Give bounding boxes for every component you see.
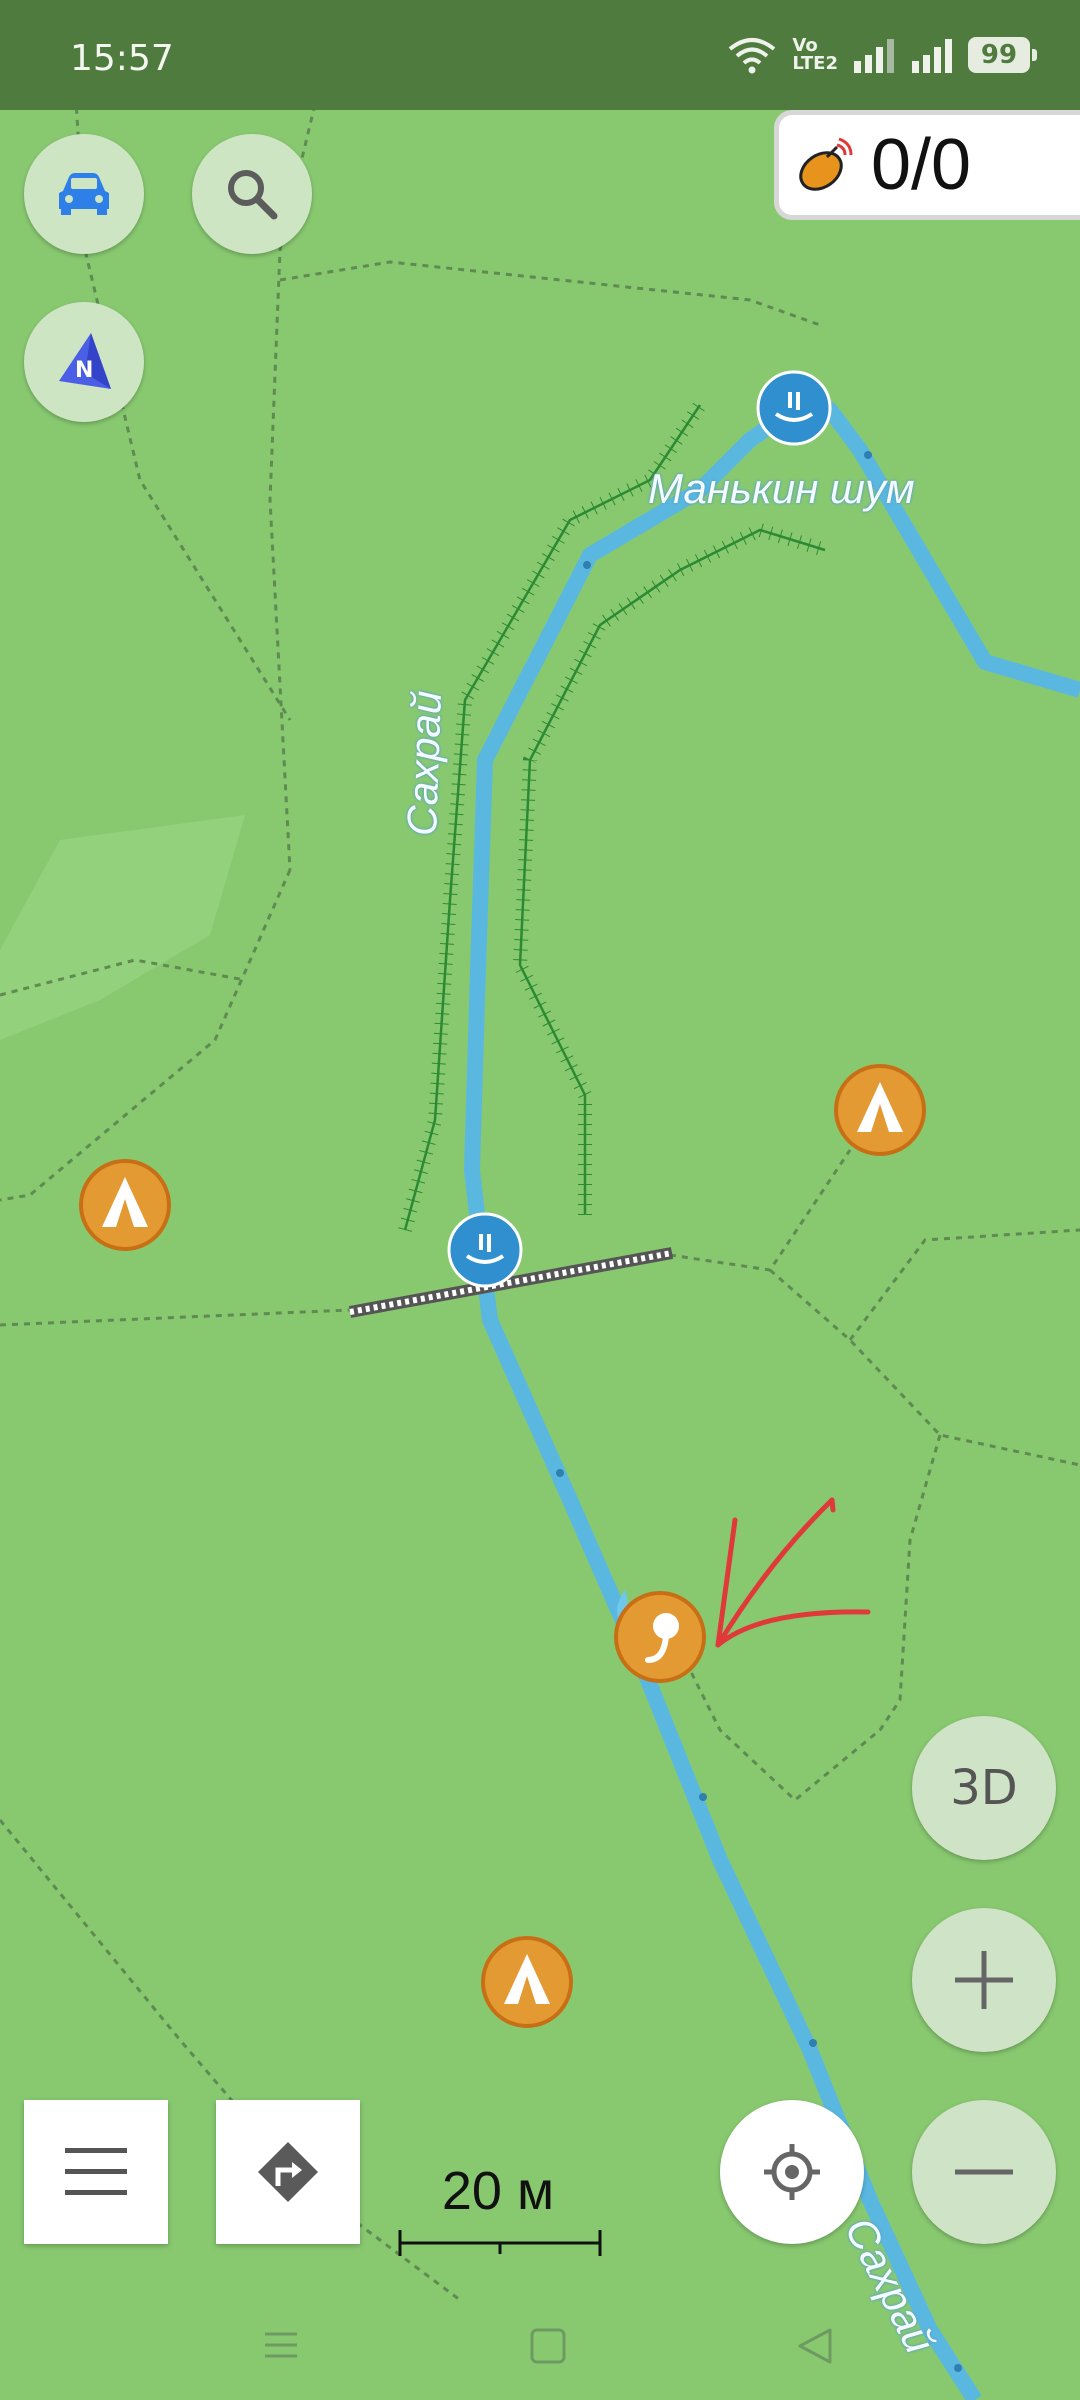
minus-icon bbox=[955, 2169, 1013, 2175]
recent-apps-icon[interactable] bbox=[265, 2332, 297, 2358]
map-canvas[interactable] bbox=[0, 0, 1080, 2400]
spring-marker[interactable] bbox=[614, 1590, 706, 1683]
toggle-3d-label: 3D bbox=[950, 1760, 1018, 1816]
back-icon[interactable] bbox=[798, 2328, 832, 2364]
system-nav-bar bbox=[265, 2328, 832, 2364]
signal-icon bbox=[854, 39, 894, 73]
waterfall-marker[interactable] bbox=[447, 1212, 523, 1288]
menu-button[interactable] bbox=[24, 2100, 168, 2244]
camping-marker[interactable] bbox=[481, 1936, 573, 2028]
gps-count-text: 0/0 bbox=[871, 125, 972, 205]
signal-icon-2 bbox=[912, 39, 952, 73]
waterfall-marker[interactable] bbox=[756, 370, 832, 446]
scale-label: 20 м bbox=[441, 2161, 555, 2221]
status-icons: Vo LTE2 99 bbox=[726, 30, 1037, 80]
car-profile-button[interactable] bbox=[24, 134, 144, 254]
hamburger-icon bbox=[65, 2148, 127, 2195]
waterfall-name-label: Манькин шум bbox=[648, 465, 915, 512]
gps-satellite-counter[interactable]: 0/0 bbox=[774, 110, 1080, 220]
satellite-icon bbox=[799, 137, 853, 191]
car-icon bbox=[59, 173, 109, 215]
my-location-button[interactable] bbox=[720, 2100, 864, 2244]
status-bar: 15:57 Vo LTE2 99 bbox=[0, 0, 1080, 110]
zoom-out-button[interactable] bbox=[912, 2100, 1056, 2244]
route-button[interactable] bbox=[216, 2100, 360, 2244]
wifi-icon bbox=[729, 38, 776, 74]
toggle-3d-button[interactable]: 3D bbox=[912, 1716, 1056, 1860]
zoom-in-button[interactable] bbox=[912, 1908, 1056, 2052]
camping-marker[interactable] bbox=[79, 1159, 171, 1251]
compass-button[interactable]: N bbox=[24, 302, 144, 422]
status-time: 15:57 bbox=[70, 38, 174, 79]
route-turn-icon bbox=[258, 2142, 318, 2202]
battery-indicator: 99 bbox=[968, 37, 1037, 73]
river-name-label: Сахрай bbox=[398, 689, 451, 837]
search-icon bbox=[228, 170, 278, 220]
search-button[interactable] bbox=[192, 134, 312, 254]
volte-indicator: Vo LTE2 bbox=[792, 35, 838, 74]
svg-text:N: N bbox=[75, 358, 93, 383]
plus-icon bbox=[955, 1951, 1013, 2009]
camping-marker[interactable] bbox=[834, 1064, 926, 1156]
crosshair-icon bbox=[764, 2144, 820, 2200]
compass-icon: N bbox=[59, 333, 111, 389]
home-icon[interactable] bbox=[530, 2328, 566, 2364]
